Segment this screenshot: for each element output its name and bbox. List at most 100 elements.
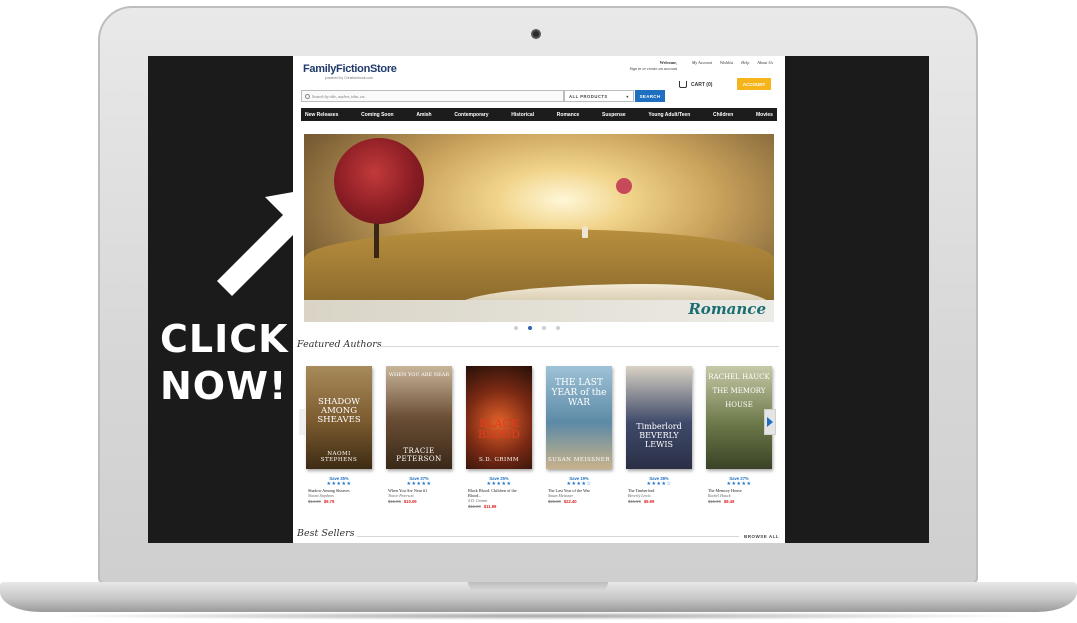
nav-romance[interactable]: Romance [557,112,580,118]
balloons-icon [616,178,632,194]
cover-title: WHEN YOU ARE NEAR [388,372,450,378]
carousel-dot[interactable] [514,326,518,330]
list-price: $14.99 [308,499,321,504]
laptop-shadow [40,612,1037,620]
girl-figure [582,226,588,238]
search-bar[interactable] [301,90,564,102]
cover-title: RACHEL HAUCK THE MEMORY HOUSE [708,373,770,409]
search-button[interactable]: SEARCH [635,90,665,102]
sale-price: $9.79 [323,499,335,504]
book-author[interactable]: Rachel Hauck [704,493,774,498]
welcome-block: Welcome, Sign in or create an account [630,60,677,71]
chevron-down-icon: ▾ [626,93,629,99]
book-prices: $28.00 $22.40 [544,499,614,504]
book-card[interactable]: BLACK BLOOD S.D. GRIMM Save 25% ★★★★★ Bl… [464,366,534,509]
nav-coming-soon[interactable]: Coming Soon [361,112,394,118]
list-price: $15.99 [708,499,721,504]
cover-title: SHADOW AMONG SHEAVES [317,397,361,425]
book-author[interactable]: Naomi Stephens [304,493,374,498]
cart-icon [679,81,687,88]
rating-stars-icon: ★★★★★ [406,481,432,487]
logo-text: FamilyFictionStore [303,63,397,75]
best-sellers-title: Best Sellers [297,528,355,539]
rating-stars-icon: ★★★★★ [326,481,352,487]
book-author[interactable]: Beverly Lewis [624,493,694,498]
nav-children[interactable]: Children [713,112,733,118]
sign-in-link[interactable]: Sign in or create an account [630,66,677,71]
book-title[interactable]: Black Blood: Children of the Blood... [464,488,534,498]
browse-all-link[interactable]: BROWSE ALL [744,534,779,539]
search-scope-value: ALL PRODUCTS [569,93,608,99]
rating-stars-icon: ★★★★☆ [566,481,592,487]
book-card[interactable]: SHADOW AMONG SHEAVES NAOMI STEPHENS Save… [304,366,374,504]
store-logo[interactable]: FamilyFictionStore powered by Christianb… [303,63,397,80]
nav-historical[interactable]: Historical [511,112,534,118]
book-card[interactable]: WHEN YOU ARE NEAR TRACIE PETERSON Save 3… [384,366,454,504]
carousel-dots [514,326,560,330]
cover-title: THE LAST YEAR of the WAR [551,378,607,408]
nav-young-adult-teen[interactable]: Young Adult/Teen [648,112,690,118]
search-input[interactable] [312,93,512,99]
help-link[interactable]: Help [741,60,749,65]
cover-author: S.D. GRIMM [478,457,519,463]
laptop-notch [468,582,608,591]
cover-author: NAOMI STEPHENS [320,451,358,463]
cover-title: Timberlord BEVERLY LEWIS [636,422,682,449]
rating-stars-icon: ★★★★★ [726,481,752,487]
cart-label: CART (0) [691,81,713,88]
list-price: $28.00 [548,499,561,504]
book-cover[interactable]: SHADOW AMONG SHEAVES NAOMI STEPHENS [306,366,372,469]
account-button[interactable]: ACCOUNT [737,78,771,90]
carousel-dot-active[interactable] [528,326,532,330]
welcome-title: Welcome, [659,60,677,65]
carousel-next-button[interactable] [764,409,776,435]
sale-price: $9.49 [723,499,735,504]
hero-banner[interactable]: Romance [304,134,774,322]
sale-price: $11.99 [483,504,497,509]
book-cover[interactable]: THE LAST YEAR of the WAR SUSAN MEISSNER [546,366,612,469]
nav-amish[interactable]: Amish [416,112,431,118]
book-author[interactable]: S.D. Grimm [464,498,534,503]
camera-icon [531,29,541,39]
book-cover[interactable]: BLACK BLOOD S.D. GRIMM [466,366,532,469]
search-scope-select[interactable]: ALL PRODUCTS ▾ [564,90,634,102]
book-prices: $14.99 $9.79 [304,499,374,504]
featured-authors-title: Featured Authors [297,339,382,350]
cart-link[interactable]: CART (0) [679,81,712,88]
carousel-prev-button[interactable] [299,409,305,435]
sale-price: $10.09 [403,499,417,504]
list-price: $15.99 [468,504,481,509]
list-price: $15.99 [628,499,641,504]
search-icon [305,93,310,99]
carousel-dot[interactable] [542,326,546,330]
section-divider [357,536,739,537]
book-card[interactable]: RACHEL HAUCK THE MEMORY HOUSE Save 27% ★… [704,366,774,504]
hero-category-label: Romance [688,300,766,318]
book-cover[interactable]: WHEN YOU ARE NEAR TRACIE PETERSON [386,366,452,469]
book-author[interactable]: Susan Meissner [544,493,614,498]
top-links: My Account Wishlist Help About Us [692,60,773,65]
click-now-cta[interactable]: CLICK NOW! [160,316,288,410]
book-cover[interactable]: Timberlord BEVERLY LEWIS [626,366,692,469]
wishlist-link[interactable]: Wishlist [720,60,733,65]
nav-new-releases[interactable]: New Releases [305,112,338,118]
nav-contemporary[interactable]: Contemporary [454,112,488,118]
book-card[interactable]: Timberlord BEVERLY LEWIS Save 38% ★★★★☆ … [624,366,694,504]
chevron-right-icon [767,417,773,427]
list-price: $15.99 [388,499,401,504]
website-screen: FamilyFictionStore powered by Christianb… [293,56,785,543]
carousel-dot[interactable] [556,326,560,330]
book-prices: $15.99 $9.49 [704,499,774,504]
my-account-link[interactable]: My Account [692,60,712,65]
category-nav: New Releases Coming Soon Amish Contempor… [301,108,777,121]
tree-icon [334,138,424,224]
featured-books-carousel: SHADOW AMONG SHEAVES NAOMI STEPHENS Save… [301,366,777,528]
cover-author: TRACIE PETERSON [396,447,442,463]
book-author[interactable]: Tracie Peterson [384,493,454,498]
nav-suspense[interactable]: Suspense [602,112,626,118]
nav-movies[interactable]: Movies [756,112,773,118]
book-cover[interactable]: RACHEL HAUCK THE MEMORY HOUSE [706,366,772,469]
book-card[interactable]: THE LAST YEAR of the WAR SUSAN MEISSNER … [544,366,614,504]
about-us-link[interactable]: About Us [757,60,773,65]
sale-price: $22.40 [563,499,577,504]
